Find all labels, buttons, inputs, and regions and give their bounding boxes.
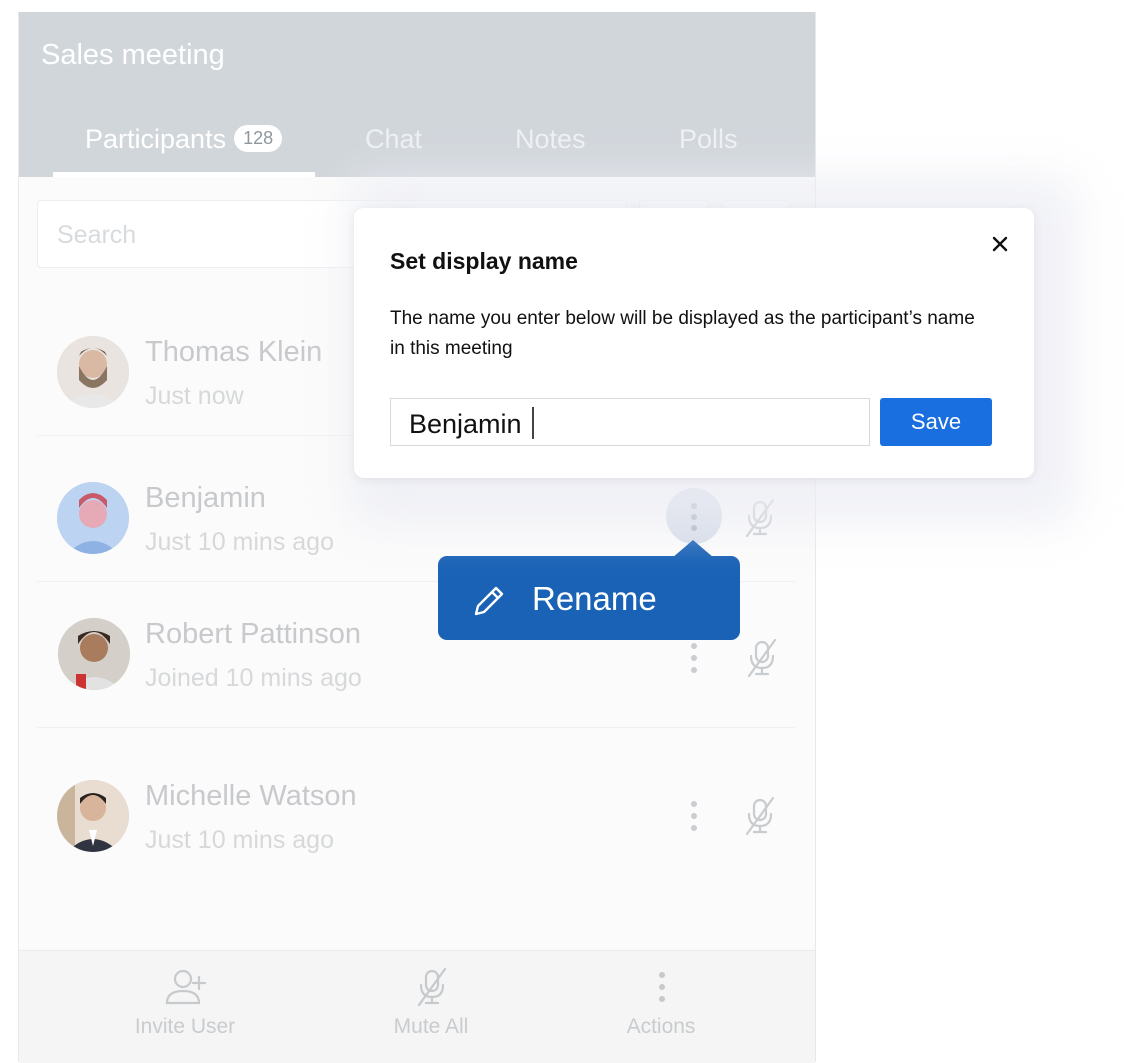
display-name-value: Benjamin [409,409,522,439]
participant-name: Thomas Klein [145,336,323,368]
avatar [57,780,129,852]
person-add-icon [165,969,207,1005]
active-tab-indicator [53,172,315,177]
participant-status: Just 10 mins ago [145,826,334,854]
mic-off-icon[interactable] [745,638,779,678]
dialog-title: Set display name [390,248,578,274]
display-name-input[interactable]: Benjamin [390,398,870,446]
participant-status: Just now [145,382,244,410]
meeting-header: Sales meeting Participants 128 Chat Notes… [19,12,815,177]
actions-label: Actions [626,1015,696,1038]
invite-user-label: Invite User [134,1015,236,1038]
participant-name: Robert Pattinson [145,618,362,650]
pencil-icon [474,586,504,616]
avatar [57,336,129,408]
tab-participants[interactable]: Participants 128 [85,124,283,155]
more-vertical-icon[interactable] [679,796,709,836]
participant-status: Just 10 mins ago [145,528,334,556]
participant-name: Michelle Watson [145,780,357,812]
mute-all-label: Mute All [393,1015,469,1038]
close-icon[interactable] [988,232,1012,256]
bottom-toolbar: Invite User Mute All Actions [19,950,815,1063]
save-button[interactable]: Save [880,398,992,446]
tab-polls[interactable]: Polls [679,124,738,155]
participant-row[interactable]: Michelle Watson Just 10 mins ago [37,736,795,880]
rename-menu-item[interactable]: Rename [438,556,740,640]
tab-chat[interactable]: Chat [365,124,422,155]
row-divider [37,727,795,728]
rename-label: Rename [532,580,657,617]
search-placeholder: Search [57,221,137,249]
actions-button[interactable]: Actions [561,951,761,1063]
participant-name: Benjamin [145,482,266,514]
set-display-name-dialog: Set display name The name you enter belo… [354,208,1034,478]
mic-off-icon[interactable] [743,796,777,836]
avatar [58,618,130,690]
more-vertical-icon[interactable] [679,638,709,678]
invite-user-button[interactable]: Invite User [85,951,285,1063]
tab-notes[interactable]: Notes [515,124,586,155]
text-caret [531,407,534,439]
more-vertical-icon [659,972,665,1002]
dialog-description: The name you enter below will be display… [390,308,975,359]
mute-all-button[interactable]: Mute All [331,951,531,1063]
avatar [57,482,129,554]
meeting-title: Sales meeting [41,39,225,71]
participant-status: Joined 10 mins ago [145,664,362,692]
tab-participants-label: Participants [85,124,227,154]
participants-count-badge: 128 [234,125,283,152]
mic-off-icon [417,967,447,1007]
